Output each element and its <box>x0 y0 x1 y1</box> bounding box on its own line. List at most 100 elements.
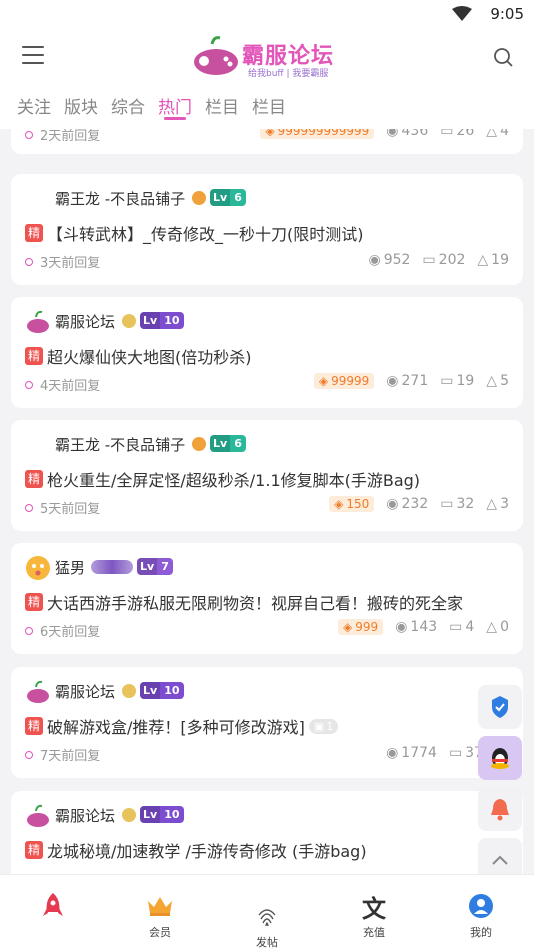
author-name: 霸王龙 -不良品铺子 <box>55 190 186 208</box>
reply-time: 6天前回复 <box>25 621 100 640</box>
comment-icon: ▭ <box>449 619 463 635</box>
like-count: △ 19 <box>477 252 509 268</box>
author-name: 霸服论坛 <box>55 313 116 331</box>
view-count: ◉ 952 <box>368 252 411 268</box>
verify-button[interactable] <box>478 685 522 729</box>
coin-icon: ◈ <box>334 497 344 511</box>
reply-time: 4天前回复 <box>25 375 100 394</box>
avatar <box>26 556 50 580</box>
nav-profile[interactable]: 我的 <box>428 875 534 949</box>
view-count: ◉ 436 <box>386 129 428 139</box>
profile-icon <box>466 891 496 921</box>
post-title[interactable]: 精龙城秘境/加速教学 /手游传奇修改 (手游bag) <box>25 838 367 862</box>
nav-vip[interactable]: 会员 <box>107 875 213 949</box>
comment-icon: ▭ <box>448 745 463 761</box>
post-title[interactable]: 精大话西游手游私服无限刷物资！视屏自己看！搬砖的死全家 <box>25 590 463 614</box>
author-badges: Lv 6 <box>192 189 246 206</box>
eye-icon: ◉ <box>368 252 381 268</box>
post-stats: ◈ 999 ◉ 143 ▭ 4 △ 0 <box>338 619 509 635</box>
triangle-icon: △ <box>486 129 498 139</box>
logo-subtitle: 给我buff | 我要霸服 <box>248 69 329 79</box>
qq-penguin-icon <box>491 748 509 769</box>
avatar <box>27 804 49 827</box>
eye-icon: ◉ <box>386 496 399 512</box>
wings-badge-icon <box>91 559 133 574</box>
coin-icon: ◈ <box>343 620 353 634</box>
view-count: ◉ 232 <box>386 496 429 512</box>
author-badges: Lv 10 <box>122 806 184 823</box>
tab-column-1[interactable]: 栏目 <box>205 93 239 118</box>
post-stats: ◉ 1774 ▭ 37 <box>386 745 483 761</box>
level-badge: Lv 7 <box>137 558 173 575</box>
coin-icon: ◈ <box>318 374 329 388</box>
featured-badge: 精 <box>25 347 43 365</box>
bottom-nav: 会员 发帖 文 充值 我的 <box>0 874 534 949</box>
comment-count: ▭ 32 <box>440 496 475 512</box>
wifi-icon <box>452 6 472 21</box>
post-card[interactable]: 猛男 Lv 7 精大话西游手游私服无限刷物资！视屏自己看！搬砖的死全家 6天前回复… <box>11 543 523 654</box>
wen-icon: 文 <box>362 894 386 923</box>
medal-icon <box>192 436 206 451</box>
post-card[interactable]: 霸服论坛 Lv 10 精超火爆仙侠大地图(倍功秒杀) 4天前回复 ◈ 99999 ◉… <box>11 297 523 408</box>
post-card[interactable]: 霸王龙 -不良品铺子 Lv 6 精【斗转武林】_传奇修改_一秒十刀(限时测试) 3… <box>11 174 523 285</box>
eye-icon: ◉ <box>395 619 408 635</box>
avatar <box>27 680 49 703</box>
author-name: 霸服论坛 <box>55 683 116 701</box>
like-count: △ 0 <box>486 619 509 635</box>
reply-time: 2天前回复 <box>25 129 100 144</box>
image-count-pill: ▣ 1 <box>308 718 339 734</box>
active-tab-indicator <box>164 117 186 120</box>
post-card[interactable]: 霸服论坛 Lv 10 精龙城秘境/加速教学 /手游传奇修改 (手游bag) <box>11 791 523 874</box>
post-title[interactable]: 精超火爆仙侠大地图(倍功秒杀) <box>25 344 252 368</box>
tab-follow[interactable]: 关注 <box>17 93 51 118</box>
menu-button[interactable] <box>22 46 44 66</box>
author-badges: Lv 10 <box>122 312 184 329</box>
post-title[interactable]: 精破解游戏盒/推荐！[多种可修改游戏] ▣ 1 <box>25 714 339 738</box>
rocket-icon <box>38 891 68 921</box>
post-card[interactable]: 霸服论坛 Lv 10 精破解游戏盒/推荐！[多种可修改游戏] ▣ 1 7天前回复 ◉… <box>11 667 523 778</box>
comment-count: ▭ 19 <box>440 373 475 389</box>
tab-hot[interactable]: 热门 <box>158 93 192 118</box>
triangle-icon: △ <box>477 252 489 268</box>
search-icon[interactable] <box>492 46 514 68</box>
image-icon: ▣ <box>313 719 325 733</box>
like-count: △ 3 <box>486 496 509 512</box>
comment-count: ▭ 202 <box>422 252 466 268</box>
medal-icon <box>122 313 136 328</box>
coin-reward: ◈ 999 <box>338 619 384 635</box>
nav-home[interactable] <box>0 875 106 949</box>
view-count: ◉ 143 <box>395 619 438 635</box>
post-stats: ◈ 999999999999 ◉ 436 ▭ 26 △ 4 <box>260 129 509 139</box>
comment-icon: ▭ <box>440 129 454 139</box>
post-title[interactable]: 精【斗转武林】_传奇修改_一秒十刀(限时测试) <box>25 221 364 245</box>
logo: 霸服论坛 给我buff | 我要霸服 <box>190 34 350 80</box>
post-card[interactable]: 霸王龙 -不良品铺子 Lv 6 精枪火重生/全屏定怪/超级秒杀/1.1修复脚本(手… <box>11 420 523 531</box>
comment-count: ▭ 4 <box>449 619 475 635</box>
bell-icon <box>491 799 509 821</box>
medal-icon <box>122 807 136 822</box>
triangle-icon: △ <box>486 496 498 512</box>
tab-sections[interactable]: 版块 <box>64 93 98 118</box>
post-feed[interactable]: 2天前回复 ◈ 999999999999 ◉ 436 ▭ 26 △ 4 霸王龙 -不良品… <box>0 129 534 874</box>
medal-icon <box>122 683 136 698</box>
featured-badge: 精 <box>25 841 43 859</box>
post-title[interactable]: 精枪火重生/全屏定怪/超级秒杀/1.1修复脚本(手游Bag) <box>25 467 420 491</box>
qq-button[interactable] <box>478 736 522 780</box>
author-badges: Lv 7 <box>91 558 173 575</box>
reply-time: 5天前回复 <box>25 498 100 517</box>
chevron-up-icon <box>492 855 508 865</box>
author-name: 霸服论坛 <box>55 807 116 825</box>
nav-post[interactable]: 发帖 <box>214 875 320 949</box>
featured-badge: 精 <box>25 717 43 735</box>
tab-column-2[interactable]: 栏目 <box>252 93 286 118</box>
view-count: ◉ 271 <box>386 373 429 389</box>
status-time: 9:05 <box>490 5 524 23</box>
eye-icon: ◉ <box>386 129 399 139</box>
post-stats: ◈ 99999 ◉ 271 ▭ 19 △ 5 <box>313 373 509 389</box>
author-badges: Lv 10 <box>122 682 184 699</box>
notification-button[interactable] <box>478 787 522 831</box>
post-card[interactable]: 2天前回复 ◈ 999999999999 ◉ 436 ▭ 26 △ 4 <box>11 129 523 154</box>
view-count: ◉ 1774 <box>386 745 437 761</box>
nav-recharge[interactable]: 文 充值 <box>321 875 427 949</box>
tab-general[interactable]: 综合 <box>111 93 145 118</box>
